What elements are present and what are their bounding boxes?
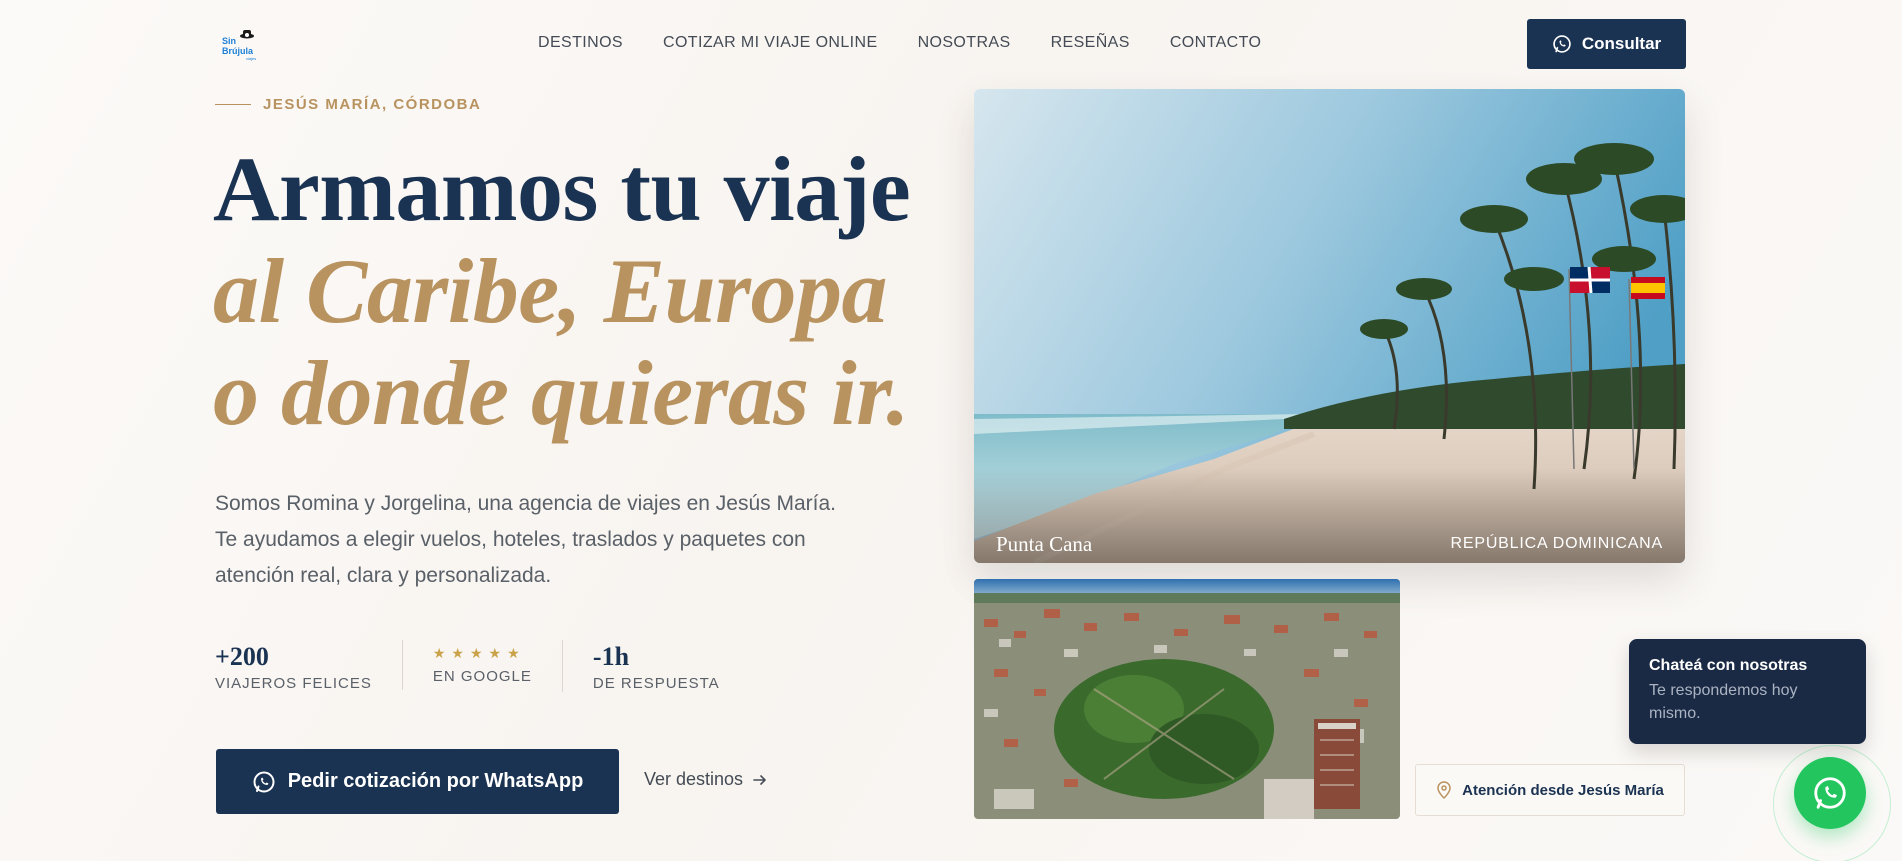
stat-travelers: +200 VIAJEROS FELICES <box>215 640 402 692</box>
chat-subtitle-line-2: mismo. <box>1649 705 1701 722</box>
whatsapp-icon <box>1814 777 1846 809</box>
location-badge-label: Atención desde Jesús María <box>1462 781 1664 799</box>
main-nav: DESTINOS COTIZAR MI VIAJE ONLINE NOSOTRA… <box>538 34 1261 52</box>
whatsapp-floating-button[interactable] <box>1794 757 1866 829</box>
jesus-maria-photo <box>974 579 1400 819</box>
nav-contacto[interactable]: CONTACTO <box>1170 34 1262 52</box>
nav-destinos[interactable]: DESTINOS <box>538 34 623 52</box>
stat-response: -1h DE RESPUESTA <box>561 640 750 692</box>
brand-logo[interactable]: Sin Brújula viajes <box>220 28 264 62</box>
eyebrow-divider <box>215 103 251 106</box>
stat-value: -1h <box>592 642 630 671</box>
whatsapp-icon <box>253 771 275 792</box>
star-rating: ★★★★★ <box>432 645 526 661</box>
photo-place: Punta Cana <box>996 532 1093 556</box>
chat-title: Chateá con nosotras <box>1649 657 1808 674</box>
hero-stats: +200 VIAJEROS FELICES ★★★★★ EN GOOGLE -1… <box>215 640 750 692</box>
hat-icon <box>240 30 254 39</box>
stat-label: DE RESPUESTA <box>592 675 720 692</box>
hero-title-line-2: al Caribe, Europa <box>213 240 887 342</box>
photo-country: REPÚBLICA DOMINICANA <box>1450 535 1663 552</box>
eyebrow-text: JESÚS MARÍA, CÓRDOBA <box>263 96 482 113</box>
consultar-label: Consultar <box>1581 34 1662 53</box>
stat-value: +200 <box>215 642 269 671</box>
ver-destinos-label: Ver destinos <box>644 769 744 789</box>
chat-subtitle: Te respondemos hoy mismo. <box>1649 679 1846 725</box>
hero-lead-line-2: Te ayudamos a elegir vuelos, hoteles, tr… <box>215 528 806 551</box>
beach-image <box>974 89 1685 563</box>
hero-lead-line-1: Somos Romina y Jorgelina, una agencia de… <box>215 492 836 515</box>
site-header: Sin Brújula viajes DESTINOS COTIZAR MI V… <box>0 0 1902 88</box>
nav-cotizar[interactable]: COTIZAR MI VIAJE ONLINE <box>663 34 878 52</box>
map-pin-icon <box>1437 781 1451 799</box>
location-eyebrow: JESÚS MARÍA, CÓRDOBA <box>215 96 481 113</box>
hero-title-line-3: o donde quieras ir. <box>213 342 909 444</box>
hero-title: Armamos tu viaje al Caribe, Europa o don… <box>213 138 911 444</box>
logo-text-2: Brújula <box>222 46 254 56</box>
logo-text-1: Sin <box>222 36 237 46</box>
whatsapp-quote-label: Pedir cotización por WhatsApp <box>287 770 584 792</box>
location-badge: Atención desde Jesús María <box>1415 764 1685 816</box>
hero-lead: Somos Romina y Jorgelina, una agencia de… <box>215 486 855 594</box>
consultar-button[interactable]: Consultar <box>1527 19 1686 69</box>
ver-destinos-link[interactable]: Ver destinos <box>644 769 767 790</box>
arrow-right-icon <box>753 774 766 785</box>
punta-cana-photo: Punta Cana REPÚBLICA DOMINICANA <box>974 89 1685 563</box>
logo-text-3: viajes <box>246 56 257 61</box>
chat-subtitle-line-1: Te respondemos hoy <box>1649 682 1798 699</box>
stat-label: VIAJEROS FELICES <box>215 675 372 692</box>
chat-popup[interactable]: Chateá con nosotras Te respondemos hoy m… <box>1629 639 1866 744</box>
whatsapp-quote-button[interactable]: Pedir cotización por WhatsApp <box>216 749 619 814</box>
whatsapp-icon <box>1553 35 1571 53</box>
stat-google: ★★★★★ EN GOOGLE <box>401 640 562 690</box>
city-aerial-image <box>974 579 1400 819</box>
nav-nosotras[interactable]: NOSOTRAS <box>918 34 1011 52</box>
hero-title-line-1: Armamos tu viaje <box>213 138 911 240</box>
stat-label: EN GOOGLE <box>432 668 532 685</box>
hero-lead-line-3: atención real, clara y personalizada. <box>215 564 552 587</box>
nav-resenas[interactable]: RESEÑAS <box>1051 34 1130 52</box>
